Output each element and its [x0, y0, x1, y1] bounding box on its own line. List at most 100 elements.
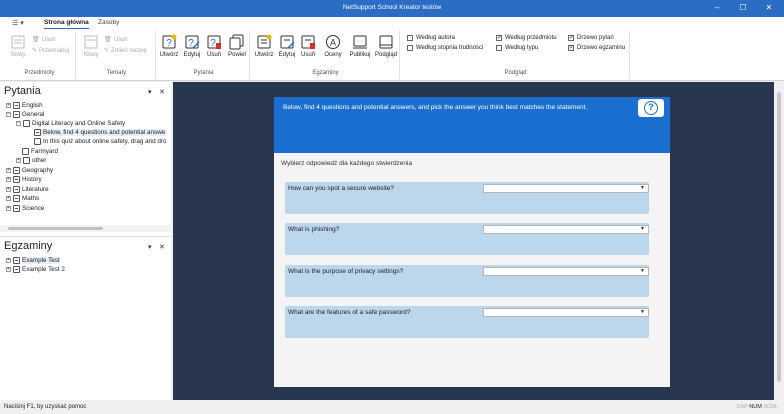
- tree-item-question-2[interactable]: In this quiz about online safety, drag a…: [34, 138, 166, 145]
- statement-label: What is phishing?: [288, 226, 340, 233]
- duplicate-question-button[interactable]: Powiel: [226, 34, 248, 58]
- expand-icon[interactable]: +: [6, 187, 11, 192]
- tree-item-literature[interactable]: + Literature: [6, 186, 49, 193]
- by-difficulty-checkbox[interactable]: Według stopnia trudności: [407, 45, 483, 51]
- close-button[interactable]: ✕: [764, 3, 774, 13]
- subject-icon: [13, 195, 20, 202]
- new-topic-button[interactable]: Nowy: [83, 34, 99, 58]
- expand-icon[interactable]: +: [6, 258, 11, 263]
- close-icon[interactable]: ✕: [159, 243, 165, 251]
- expand-icon[interactable]: +: [6, 168, 11, 173]
- scrollbar-thumb[interactable]: [8, 227, 103, 230]
- answer-dropdown[interactable]: ▼: [483, 267, 649, 276]
- status-bar: Naciśnij F1, by uzyskać pomoc CAP NUM SC…: [0, 400, 784, 414]
- create-exam-button[interactable]: Utwórz: [253, 34, 275, 58]
- tree-item-english[interactable]: + English: [6, 102, 43, 109]
- statement-label: How can you spot a secure website?: [288, 185, 394, 192]
- tree-item-maths[interactable]: + Maths: [6, 195, 39, 202]
- exam-item-1[interactable]: + Example Test: [6, 257, 60, 264]
- rename-subject-label: Przemianuj: [39, 47, 70, 54]
- new-subject-label: Nowy: [10, 52, 26, 58]
- grades-icon: A: [326, 35, 340, 49]
- edit-question-button[interactable]: ? Edytuj: [182, 34, 202, 58]
- delete-subject-button[interactable]: 🗑 Usuń: [32, 36, 56, 44]
- question-text: Below, find 4 questions and potential an…: [283, 104, 588, 111]
- group-subjects: Nowy 🗑 Usuń ✎ Przemianuj Przedmioty: [4, 31, 76, 79]
- maximize-button[interactable]: ☐: [738, 3, 748, 13]
- svg-text:?: ?: [210, 38, 216, 49]
- vertical-scrollbar[interactable]: [774, 82, 784, 400]
- minimize-button[interactable]: –: [712, 3, 722, 13]
- window-title: NetSupport School Kreator testów: [342, 4, 442, 11]
- exams-panel-title: Egzaminy: [4, 240, 53, 252]
- rename-subject-button[interactable]: ✎ Przemianuj: [32, 47, 70, 55]
- expand-icon[interactable]: +: [6, 196, 11, 201]
- expand-icon[interactable]: +: [6, 206, 11, 211]
- tree-label: other: [32, 157, 47, 164]
- panel-menu-icon[interactable]: ▾: [148, 243, 152, 251]
- grades-button[interactable]: A Oceny: [322, 34, 344, 58]
- panel-menu-icon[interactable]: ▾: [148, 88, 152, 96]
- chevron-down-icon: ▼: [640, 185, 645, 191]
- quick-access-menu[interactable]: ☰ ▾: [12, 19, 24, 27]
- tree-label: Geography: [22, 167, 54, 174]
- tree-item-other[interactable]: + other: [16, 157, 46, 164]
- by-subject-checkbox[interactable]: Według przedmiotu: [496, 34, 557, 41]
- subject-icon: [13, 111, 20, 118]
- answer-dropdown[interactable]: ▼: [483, 308, 649, 317]
- question-icon: [34, 129, 41, 136]
- new-subject-button[interactable]: Nowy: [10, 34, 26, 58]
- scrl-indicator: SCRL: [763, 404, 778, 410]
- publish-button[interactable]: Publikuj: [348, 34, 372, 58]
- expand-icon[interactable]: +: [16, 158, 21, 163]
- expand-icon[interactable]: +: [6, 177, 11, 182]
- tree-item-general[interactable]: − General: [6, 111, 44, 118]
- preview-button[interactable]: Podgląd: [374, 34, 398, 58]
- subject-icon: [13, 102, 20, 109]
- exam-tree-checkbox[interactable]: Drzewo egzaminu: [568, 44, 625, 51]
- help-button[interactable]: ?: [638, 99, 664, 117]
- exam-icon: [13, 266, 20, 273]
- exam-item-2[interactable]: + Example Test 2: [6, 266, 65, 273]
- expand-icon[interactable]: +: [6, 103, 11, 108]
- question-row: What is phishing? ▼: [285, 223, 649, 255]
- edit-exam-label: Edytuj: [278, 52, 296, 58]
- statement-label: What are the features of a safe password…: [288, 309, 411, 316]
- new-subject-icon: [11, 35, 25, 49]
- tree-item-science[interactable]: + Science: [6, 205, 44, 212]
- question-tree-checkbox[interactable]: Drzewo pytań: [568, 34, 614, 41]
- answer-dropdown[interactable]: ▼: [483, 184, 649, 193]
- close-icon[interactable]: ✕: [159, 88, 165, 96]
- delete-topic-button[interactable]: 🗑 Usuń: [104, 36, 128, 44]
- num-indicator: NUM: [749, 404, 762, 410]
- answer-dropdown[interactable]: ▼: [483, 225, 649, 234]
- new-topic-icon: [84, 35, 98, 49]
- tree-item-question-1[interactable]: Below, find 4 questions and potential an…: [34, 129, 168, 136]
- create-question-button[interactable]: ? Utwórz: [158, 34, 180, 58]
- tree-item-farmyard[interactable]: Farmyard: [22, 148, 58, 155]
- svg-text:A: A: [330, 38, 336, 48]
- edit-exam-icon: [280, 35, 295, 49]
- group-exams-label: Egzaminy: [312, 70, 339, 76]
- by-type-checkbox[interactable]: Według typu: [496, 45, 538, 51]
- tab-home[interactable]: Strona główna: [44, 19, 89, 29]
- question-card: Below, find 4 questions and potential an…: [274, 97, 670, 387]
- tree-label: Digital Literacy and Online Safety: [32, 120, 126, 127]
- horizontal-scrollbar[interactable]: [0, 225, 171, 232]
- delete-question-button[interactable]: ? Usuń: [205, 34, 223, 58]
- rename-topic-button[interactable]: ✎ Zmień nazwę: [104, 47, 147, 55]
- questions-panel-title: Pytania: [4, 85, 41, 97]
- edit-exam-button[interactable]: Edytuj: [277, 34, 297, 58]
- tree-item-digital-literacy[interactable]: − Digital Literacy and Online Safety: [16, 120, 125, 127]
- tree-item-geography[interactable]: + Geography: [6, 167, 53, 174]
- tree-item-history[interactable]: + History: [6, 176, 42, 183]
- scrollbar-thumb[interactable]: [777, 92, 781, 382]
- expand-icon[interactable]: +: [6, 267, 11, 272]
- by-author-checkbox[interactable]: Według autora: [407, 35, 455, 41]
- tab-resources[interactable]: Zasoby: [98, 19, 119, 26]
- collapse-icon[interactable]: −: [6, 112, 11, 117]
- collapse-icon[interactable]: −: [16, 121, 21, 126]
- delete-subject-label: Usuń: [41, 36, 56, 43]
- delete-exam-button[interactable]: Usuń: [299, 34, 317, 58]
- by-author-box: [407, 35, 413, 41]
